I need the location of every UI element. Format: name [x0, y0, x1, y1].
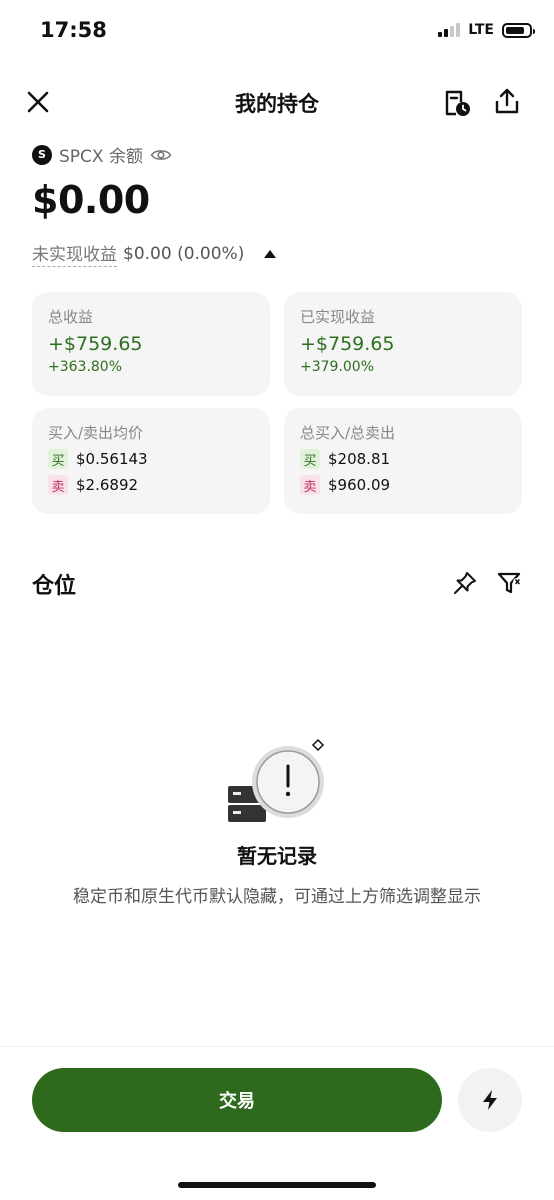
lightning-icon — [483, 1090, 497, 1110]
quick-trade-button[interactable] — [458, 1068, 522, 1132]
buy-value: $208.81 — [328, 450, 391, 468]
total-volume-card: 总买入/总卖出 买 $208.81 卖 $960.09 — [284, 408, 522, 514]
total-profit-card: 总收益 +$759.65 +363.80% — [32, 292, 270, 396]
order-history-icon[interactable] — [442, 88, 472, 118]
share-icon[interactable] — [492, 86, 522, 116]
card-label: 买入/卖出均价 — [48, 424, 144, 442]
trade-button[interactable]: 交易 — [32, 1068, 442, 1132]
asset-row: S SPCX 余额 — [32, 142, 172, 167]
empty-title: 暂无记录 — [237, 844, 317, 868]
card-label: 总收益 — [48, 308, 94, 326]
status-indicators: LTE — [438, 22, 535, 38]
card-value: +$759.65 — [48, 333, 143, 355]
sell-row: 卖 $2.6892 — [48, 475, 254, 495]
avg-price-card: 买入/卖出均价 买 $0.56143 卖 $2.6892 — [32, 408, 270, 514]
sell-value: $960.09 — [328, 476, 391, 494]
caret-up-icon[interactable] — [264, 249, 277, 258]
card-value: +$759.65 — [300, 333, 395, 355]
positions-title: 仓位 — [32, 574, 77, 599]
card-percent: +379.00% — [300, 359, 375, 375]
unrealized-label[interactable]: 未实现收益 — [32, 240, 117, 267]
card-percent: +363.80% — [48, 359, 123, 375]
status-time: 17:58 — [40, 18, 107, 42]
sell-row: 卖 $960.09 — [300, 475, 506, 495]
card-label: 总买入/总卖出 — [300, 424, 396, 442]
buy-tag: 买 — [48, 449, 68, 469]
empty-state-illustration — [228, 738, 325, 822]
buy-value: $0.56143 — [76, 450, 148, 468]
filter-icon[interactable] — [496, 570, 522, 596]
buy-row: 买 $0.56143 — [48, 449, 254, 469]
bottom-divider — [0, 1046, 554, 1047]
battery-icon — [502, 22, 535, 38]
network-label: LTE — [468, 22, 494, 38]
eye-icon[interactable] — [150, 147, 172, 163]
asset-label: SPCX 余额 — [59, 147, 143, 167]
unrealized-row[interactable]: 未实现收益 $0.00 (0.00%) — [32, 240, 277, 267]
coin-logo: S — [32, 144, 52, 165]
unrealized-value: $0.00 (0.00%) — [123, 243, 245, 264]
sell-tag: 卖 — [48, 475, 68, 495]
buy-row: 买 $208.81 — [300, 449, 506, 469]
signal-icon — [438, 23, 461, 37]
sell-value: $2.6892 — [76, 476, 139, 494]
pin-icon[interactable] — [452, 570, 478, 596]
home-indicator — [178, 1182, 376, 1188]
sell-tag: 卖 — [300, 475, 320, 495]
card-label: 已实现收益 — [300, 308, 376, 326]
empty-description: 稳定币和原生代币默认隐藏，可通过上方筛选调整显示 — [73, 887, 481, 907]
balance-value: $0.00 — [32, 178, 150, 222]
buy-tag: 买 — [300, 449, 320, 469]
realized-profit-card: 已实现收益 +$759.65 +379.00% — [284, 292, 522, 396]
